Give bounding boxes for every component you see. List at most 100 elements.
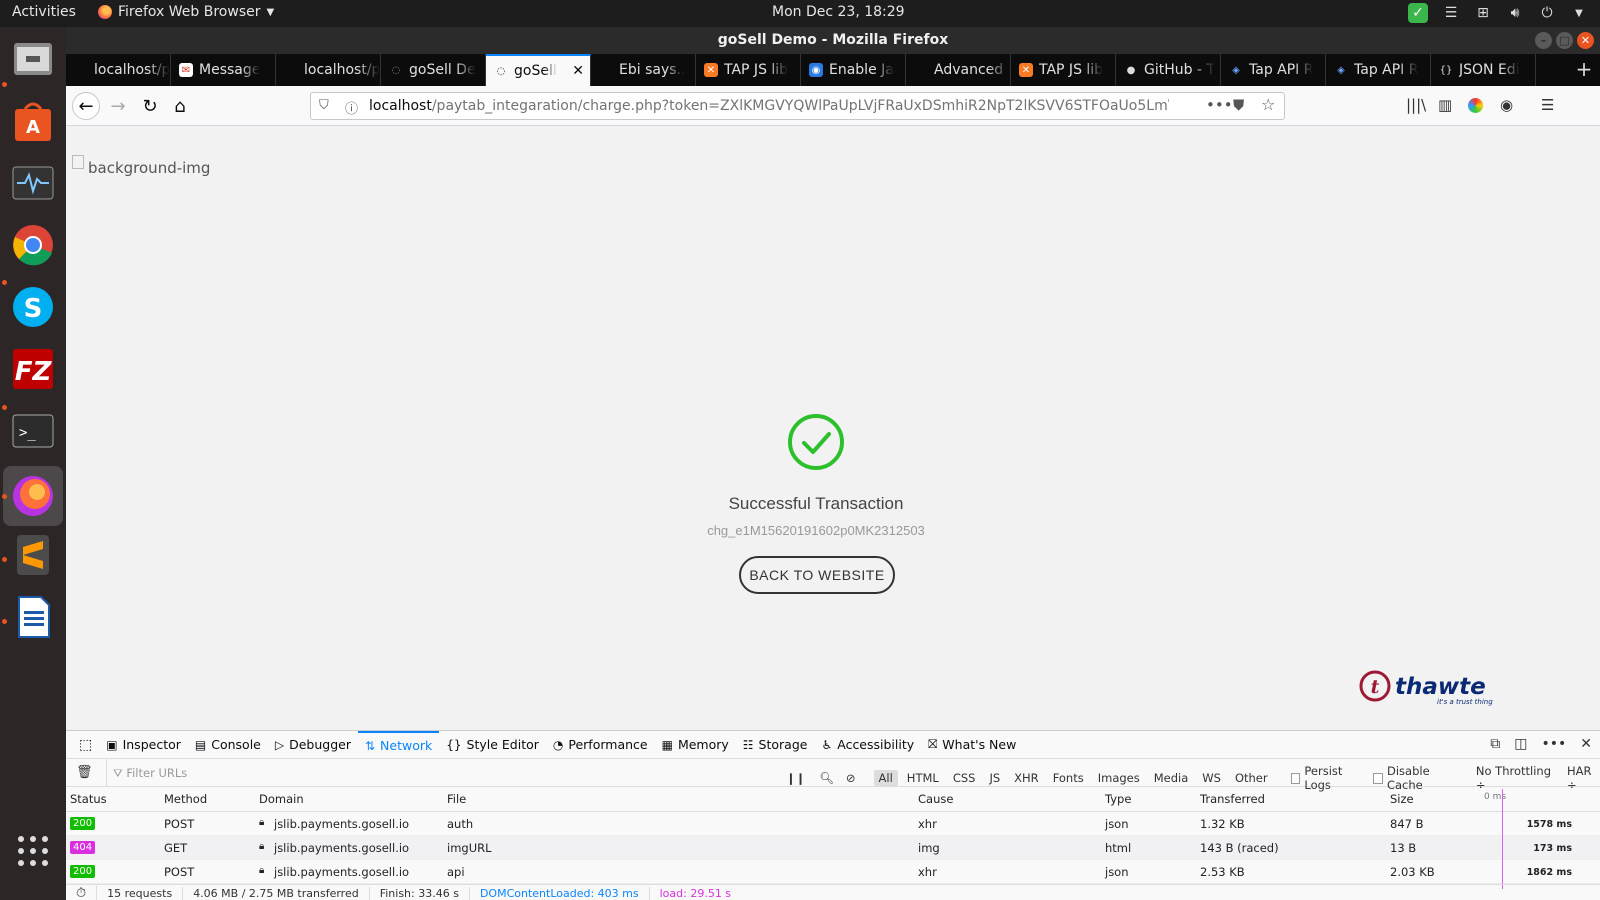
browser-tab[interactable]: ◈ Tap API R [1221,54,1326,86]
column-cause[interactable]: Cause [918,792,953,806]
home-icon[interactable]: ⌂ [166,92,194,120]
shield-icon[interactable]: ⛉ [319,98,329,113]
tab-network[interactable]: ⇅ Network [357,730,440,759]
filter-fonts[interactable]: Fonts [1048,770,1089,786]
waterfall-timing: 1862 ms [1526,867,1572,878]
browser-tab[interactable]: ◉ Enable Ja [801,54,906,86]
browser-tab[interactable]: {} JSON Edi [1431,54,1536,86]
browser-tab[interactable]: ● GitHub - T [1116,54,1221,86]
thawte-logo[interactable]: t thawte it's a trust thing [1359,668,1509,708]
browser-tab[interactable]: ◌ goSell De [381,54,486,86]
table-row[interactable]: 404 🔒︎ GET jslib.payments.gosell.io imgURL im… [66,836,1600,860]
network-icon[interactable]: ⊞ [1474,4,1492,22]
maximize-button[interactable]: □ [1556,32,1573,49]
sublime-text-icon[interactable] [9,531,57,579]
new-tab-button[interactable]: + [1568,54,1600,86]
pocket-icon[interactable]: ⛊ [1233,96,1244,114]
element-picker-icon[interactable]: ⬚ [72,731,99,759]
filter-other[interactable]: Other [1230,770,1273,786]
library-icon[interactable]: |||\ [1406,96,1426,114]
close-tab-icon[interactable]: ✕ [572,63,584,79]
tab-style-editor[interactable]: {} Style Editor [439,731,546,759]
column-transferred[interactable]: Transferred [1200,792,1265,806]
tab-performance[interactable]: ◔ Performance [546,731,655,759]
tab-whats-new[interactable]: ⛝ What's New [921,731,1023,759]
tab-inspector[interactable]: ▣ Inspector [99,731,188,759]
browser-tab[interactable]: Ebi says.. [591,54,696,86]
close-window-button[interactable]: ✕ [1577,32,1594,49]
clock[interactable]: Mon Dec 23, 18:29 [772,4,905,20]
power-icon[interactable]: ⏻ [1538,4,1556,22]
reload-icon[interactable]: ↻ [136,92,164,120]
search-icon[interactable]: 🔍︎ [819,771,834,785]
timer-icon[interactable]: ⏱ [66,885,98,900]
dock-side-icon[interactable]: ◫ [1514,736,1527,752]
browser-tab[interactable]: ✉ Message [171,54,276,86]
filter-html[interactable]: HTML [902,770,944,786]
more-options-icon[interactable]: ••• [1541,736,1566,752]
back-icon[interactable]: ← [72,92,100,120]
tab-accessibility[interactable]: ♿︎ Accessibility [814,731,921,759]
back-to-website-button[interactable]: BACK TO WEBSITE [739,556,895,594]
column-status[interactable]: Status [70,792,107,806]
column-domain[interactable]: Domain [259,792,304,806]
update-check-icon[interactable]: ✓ [1408,3,1428,23]
hamburger-menu-icon[interactable]: ☰ [1541,96,1554,114]
column-size[interactable]: Size [1390,792,1414,806]
filter-media[interactable]: Media [1149,770,1194,786]
activities-button[interactable]: Activities [12,4,76,20]
libreoffice-writer-icon[interactable] [9,593,57,641]
files-icon[interactable] [9,35,57,83]
url-text[interactable]: localhost/paytab_integaration/charge.php… [369,98,1169,114]
browser-tab[interactable]: ✕ TAP JS lib [1011,54,1116,86]
table-row[interactable]: 200 🔒︎ POST jslib.payments.gosell.io auth xhr… [66,812,1600,836]
pause-icon[interactable]: ❙❙ [786,771,805,785]
responsive-design-icon[interactable]: ⧉ [1490,736,1500,752]
tab-console[interactable]: ▤ Console [188,731,268,759]
skype-icon[interactable]: S [9,283,57,331]
url-bar[interactable]: ⛉ ⓘ localhost/paytab_integaration/charge… [310,92,1285,120]
table-row[interactable]: 200 🔒︎ POST jslib.payments.gosell.io api xhr j… [66,860,1600,884]
firefox-dock-icon[interactable] [3,466,63,526]
column-type[interactable]: Type [1105,792,1131,806]
browser-tab[interactable]: Advanced Pr [906,54,1011,86]
filter-xhr[interactable]: XHR [1009,770,1044,786]
clear-requests-icon[interactable]: 🗑︎ [76,765,93,780]
chevron-down-icon[interactable]: ▼ [1570,4,1588,22]
tab-storage[interactable]: ☷ Storage [736,731,815,759]
minimize-button[interactable]: – [1535,32,1552,49]
filter-all[interactable]: All [873,770,898,786]
column-method[interactable]: Method [164,792,207,806]
show-applications-icon[interactable] [9,827,57,875]
browser-tab[interactable]: localhost/pay [276,54,381,86]
column-file[interactable]: File [447,792,466,806]
filter-js[interactable]: JS [984,770,1005,786]
sidebar-icon[interactable]: ▥ [1438,96,1452,114]
browser-tab[interactable]: ✕ TAP JS lib [696,54,801,86]
account-icon[interactable]: ◉ [1500,96,1513,114]
info-icon[interactable]: ⓘ [345,98,358,117]
filter-css[interactable]: CSS [948,770,981,786]
filter-ws[interactable]: WS [1197,770,1226,786]
browser-tab[interactable]: ◈ Tap API R [1326,54,1431,86]
more-actions-icon[interactable]: ••• [1206,96,1233,114]
system-monitor-icon[interactable] [9,159,57,207]
browser-tab[interactable]: localhost/pay [66,54,171,86]
tab-debugger[interactable]: ▷ Debugger [268,731,358,759]
extension-icon[interactable] [1468,98,1483,113]
filter-urls-input[interactable]: ⛛ Filter URLs [106,759,776,787]
filter-images[interactable]: Images [1093,770,1145,786]
software-center-icon[interactable]: A [9,97,57,145]
terminal-icon[interactable]: >_ [9,407,57,455]
bookmark-star-icon[interactable]: ☆ [1261,95,1275,114]
block-icon[interactable]: ⊘ [846,771,856,785]
forward-icon[interactable]: → [104,92,132,120]
menu-icon[interactable]: ☰ [1442,4,1460,22]
browser-tab[interactable]: ◌ goSell ✕ [486,54,591,86]
close-devtools-icon[interactable]: ✕ [1580,736,1592,752]
filezilla-icon[interactable]: FZ [9,345,57,393]
chrome-icon[interactable] [9,221,57,269]
app-menu[interactable]: Firefox Web Browser ▼ [98,4,274,20]
volume-icon[interactable]: 🔊︎ [1506,4,1524,22]
tab-memory[interactable]: ▦ Memory [655,731,736,759]
